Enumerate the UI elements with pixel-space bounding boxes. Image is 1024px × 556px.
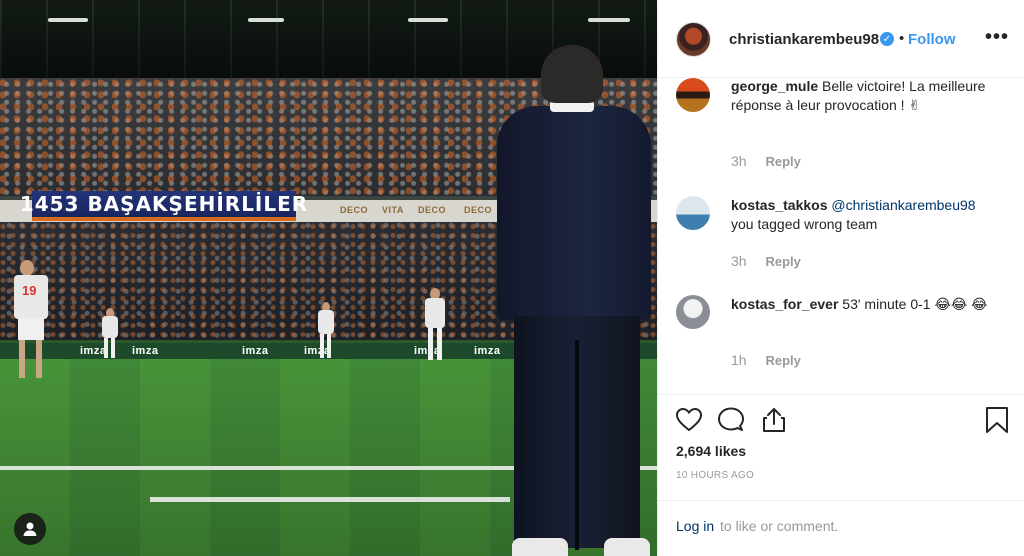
follow-button[interactable]: Follow bbox=[908, 31, 956, 48]
comment-meta: 1h Reply bbox=[731, 352, 801, 368]
coach-shoe bbox=[604, 538, 650, 556]
user-tag-icon[interactable] bbox=[14, 513, 46, 545]
coach-head bbox=[541, 45, 603, 103]
comment-username[interactable]: george_mule bbox=[731, 78, 818, 94]
post-header: christiankarembeu98 ✓ • Follow ••• bbox=[658, 0, 1024, 78]
login-prompt-text: to like or comment. bbox=[720, 518, 839, 534]
roof-light bbox=[48, 18, 88, 22]
action-bar bbox=[658, 394, 1024, 444]
post-timestamp: 10 HOURS AGO bbox=[676, 470, 755, 481]
coach-shoe bbox=[512, 538, 568, 556]
pitch-line bbox=[150, 497, 510, 502]
post-side-panel: christiankarembeu98 ✓ • Follow ••• georg… bbox=[657, 0, 1024, 556]
comment-text: kostas_takkos @christiankarembeu98 you t… bbox=[731, 196, 1001, 234]
sponsor-text: DECO bbox=[418, 205, 447, 215]
comment-meta: 3h Reply bbox=[731, 153, 801, 169]
more-options-button[interactable]: ••• bbox=[985, 26, 1009, 49]
verified-badge-icon: ✓ bbox=[880, 32, 894, 46]
comment-time: 1h bbox=[731, 352, 747, 368]
comment-meta: 3h Reply bbox=[731, 253, 801, 269]
comment-mention[interactable]: @christiankarembeu98 bbox=[831, 197, 975, 213]
comment-time: 3h bbox=[731, 153, 747, 169]
coach-trouser-split bbox=[575, 340, 579, 550]
reply-button[interactable]: Reply bbox=[765, 353, 800, 368]
comment-username[interactable]: kostas_takkos bbox=[731, 197, 828, 213]
roof-light bbox=[408, 18, 448, 22]
commenter-avatar[interactable] bbox=[676, 196, 710, 230]
comment-icon[interactable] bbox=[716, 405, 746, 435]
ad-text: imza bbox=[80, 345, 107, 357]
header-separator: • bbox=[899, 30, 905, 47]
ad-text: imza bbox=[132, 345, 159, 357]
reply-button[interactable]: Reply bbox=[765, 154, 800, 169]
heart-icon[interactable] bbox=[674, 405, 704, 435]
commenter-avatar[interactable] bbox=[676, 295, 710, 329]
login-link[interactable]: Log in bbox=[676, 518, 714, 534]
bookmark-icon[interactable] bbox=[982, 405, 1012, 435]
comment-body: you tagged wrong team bbox=[731, 216, 878, 232]
commenter-avatar[interactable] bbox=[676, 78, 710, 112]
coach-jacket bbox=[497, 106, 651, 320]
sponsor-text: DECO bbox=[340, 205, 369, 215]
avatar[interactable] bbox=[676, 22, 711, 57]
fan-banner: 1453 BAŞAKŞEHİRLİLER bbox=[20, 191, 307, 221]
reply-button[interactable]: Reply bbox=[765, 254, 800, 269]
author-username[interactable]: christiankarembeu98 bbox=[729, 31, 879, 48]
roof-light bbox=[248, 18, 284, 22]
jersey-number: 19 bbox=[22, 283, 37, 298]
post-photo[interactable]: DECO VITA DECO DECO 1453 BAŞAKŞEHİRLİLER… bbox=[0, 0, 657, 556]
comment-text: george_mule Belle victoire! La meilleure… bbox=[731, 78, 1001, 115]
ad-text: imza bbox=[474, 345, 501, 357]
comment-text: kostas_for_ever 53' minute 0-1 😂😂 😂 bbox=[731, 295, 1001, 314]
sponsor-text: VITA bbox=[382, 205, 404, 215]
comments-list[interactable]: george_mule Belle victoire! La meilleure… bbox=[658, 78, 1024, 394]
share-icon[interactable] bbox=[759, 405, 789, 435]
comment-username[interactable]: kostas_for_ever bbox=[731, 296, 838, 312]
sponsor-text: DECO bbox=[464, 205, 493, 215]
ad-text: imza bbox=[242, 345, 269, 357]
comment-body: 53' minute 0-1 😂😂 😂 bbox=[842, 296, 988, 312]
likes-count[interactable]: 2,694 likes bbox=[676, 443, 746, 459]
roof-light bbox=[588, 18, 630, 22]
comment-time: 3h bbox=[731, 253, 747, 269]
